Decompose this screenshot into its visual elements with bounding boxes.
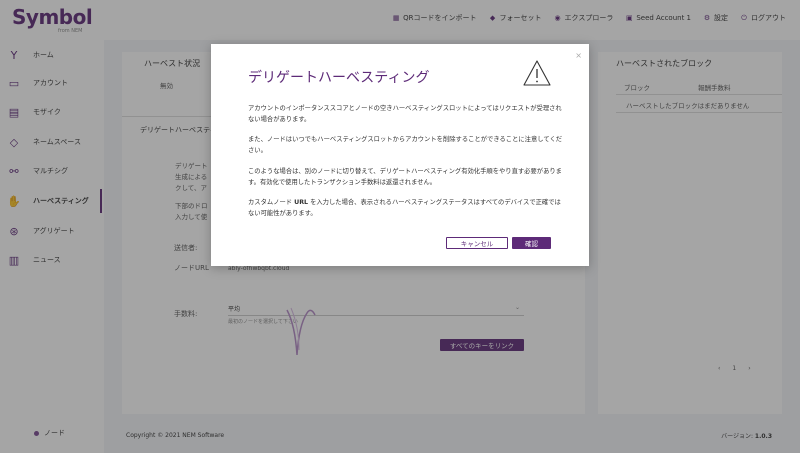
modal-paragraph-2: また、ノードはいつでもハーベスティングスロットからアカウントを削除することができ… bbox=[248, 136, 563, 154]
warning-icon bbox=[523, 60, 551, 86]
modal-paragraph-3: このような場合は、別のノードに切り替えて、デリゲートハーベスティング有効化手順を… bbox=[248, 168, 562, 186]
modal-paragraph-4: カスタムノード URL を入力した場合、表示されるハーベスティングステータスはす… bbox=[248, 198, 566, 219]
p4-text: カスタムノード bbox=[248, 199, 295, 206]
p4-url: URL bbox=[294, 199, 309, 206]
modal-paragraph-1: アカウントのインポータンススコアとノードの空きハーベスティングスロットによっては… bbox=[248, 105, 562, 123]
close-icon[interactable]: × bbox=[575, 52, 582, 60]
modal-title: デリゲートハーベスティング bbox=[248, 70, 430, 86]
confirm-button[interactable]: 確認 bbox=[512, 237, 551, 249]
cancel-button[interactable]: キャンセル bbox=[446, 237, 508, 249]
delegated-harvesting-modal: × デリゲートハーベスティング アカウントのインポータンススコアとノードの空きハ… bbox=[211, 44, 589, 266]
